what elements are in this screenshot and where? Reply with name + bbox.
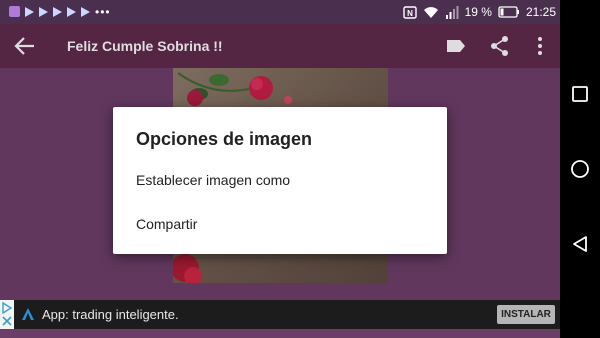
home-circle-icon[interactable] (569, 158, 591, 180)
back-triangle-icon[interactable] (569, 233, 591, 255)
flag-icon (25, 6, 34, 17)
image-options-dialog: Opciones de imagen Establecer imagen com… (113, 107, 447, 254)
dialog-title: Opciones de imagen (136, 129, 313, 149)
wifi-icon (423, 6, 438, 18)
app-screen: ••• N 19 % 21:25 Feliz Cumple Sobrina !!… (0, 0, 560, 338)
flag-icon (81, 6, 90, 17)
more-notifications-icon: ••• (95, 4, 111, 19)
flag-icon (53, 6, 62, 17)
bottom-strip (0, 329, 560, 338)
clock: 21:25 (525, 5, 556, 19)
flag-icon (39, 6, 48, 17)
battery-icon (498, 6, 519, 18)
signal-icon (445, 5, 459, 19)
ad-choices-badge[interactable] (0, 300, 14, 329)
notification-icons: ••• (9, 4, 111, 19)
svg-text:N: N (407, 9, 413, 18)
nfc-icon: N (402, 5, 417, 19)
recents-square-icon[interactable] (569, 83, 591, 105)
status-bar: ••• N 19 % 21:25 (0, 0, 560, 24)
install-button[interactable]: INSTALAR (497, 305, 555, 324)
status-indicators: N 19 % 21:25 (402, 4, 556, 20)
ad-choices-icon (2, 301, 13, 326)
set-image-as-option[interactable]: Establecer imagen como (113, 160, 447, 200)
ad-text: App: trading inteligente. (42, 307, 179, 322)
navigation-bar (560, 0, 600, 338)
app-notification-icon (9, 6, 20, 17)
ad-banner[interactable]: App: trading inteligente. INSTALAR (0, 300, 560, 329)
ad-app-logo-icon (22, 308, 34, 320)
share-option[interactable]: Compartir (113, 204, 447, 244)
battery-percent: 19 % (464, 5, 492, 19)
flag-icon (67, 6, 76, 17)
